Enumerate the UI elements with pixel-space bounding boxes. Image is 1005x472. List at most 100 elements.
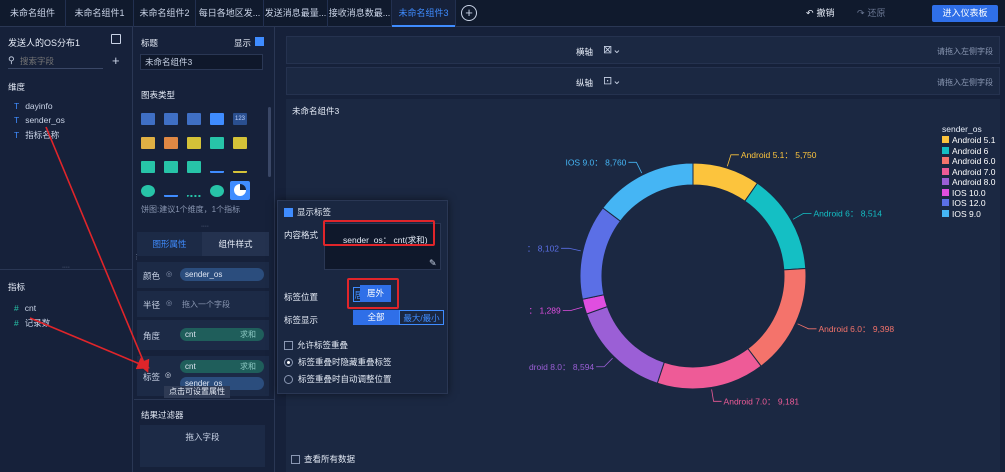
legend-label: Android 6.0	[952, 156, 996, 166]
tab-daily-region[interactable]: 每日各地区发...	[196, 0, 264, 27]
chart-type-bar-sort-icon[interactable]	[233, 137, 247, 149]
tab-graphic-attributes[interactable]: 图形属性	[137, 232, 202, 256]
overlap-hide-option[interactable]: 标签重叠时隐藏重叠标签	[284, 356, 392, 368]
chart-type-bubble-icon[interactable]	[210, 185, 224, 197]
radius-label: 半径	[143, 300, 161, 310]
tab-component-3[interactable]: 未命名组件3	[392, 0, 456, 27]
tab-component-0[interactable]: 未命名组件	[0, 0, 66, 27]
overlap-adjust-option[interactable]: 标签重叠时自动调整位置	[284, 373, 392, 385]
pie-slice-android-5-1[interactable]	[692, 162, 759, 202]
display-minmax-button[interactable]: 最大/最小	[399, 310, 444, 325]
pie-slice-ios-12-0[interactable]	[579, 207, 622, 300]
display-all-button[interactable]: 全部	[353, 310, 399, 325]
add-field-icon[interactable]: +	[112, 53, 120, 68]
pie-slice-android-7-0[interactable]	[656, 347, 762, 390]
resize-handle[interactable]: ∙∙∙∙	[58, 264, 74, 271]
legend-item[interactable]: IOS 12.0	[942, 198, 986, 209]
show-label-checkbox[interactable]	[284, 208, 293, 218]
enter-dashboard-button[interactable]: 进入仪表板	[932, 5, 998, 22]
tab-send-message[interactable]: 发送消息最量...	[264, 0, 328, 27]
redo-button[interactable]: ↷ 还原	[857, 0, 886, 27]
copy-dataset-icon[interactable]	[111, 34, 121, 44]
pie-slice-ios-9-0[interactable]	[602, 162, 694, 222]
config-scrollbar[interactable]	[268, 107, 271, 177]
pie-data-label: Android 7.0： 9,181	[724, 396, 800, 406]
x-axis-label: 横轴	[576, 47, 594, 57]
x-axis-type-icon[interactable]: ⊠⌄	[603, 43, 621, 56]
chart-type-scatter-icon[interactable]	[187, 185, 201, 197]
show-label-option[interactable]: 显示标签	[284, 206, 331, 218]
overlap-adjust-radio[interactable]	[284, 375, 293, 385]
pie-slice-android-6-0[interactable]	[747, 267, 807, 367]
y-axis-type-icon[interactable]: ⊡⌄	[603, 74, 621, 87]
chart-type-scatter-column-icon[interactable]	[187, 161, 201, 173]
tab-component-2[interactable]: 未命名组件2	[134, 0, 196, 27]
dimension-field-sender-os[interactable]: Tsender_os	[14, 115, 65, 125]
x-axis-shelf[interactable]: 横轴 ⊠⌄ 请拖入左侧字段	[286, 36, 1000, 64]
drag-handle-icon[interactable]: ⋮	[133, 254, 140, 261]
add-tab-button[interactable]: +	[461, 5, 477, 21]
legend-item[interactable]: Android 7.0	[942, 167, 995, 178]
allow-overlap-checkbox[interactable]	[284, 341, 293, 351]
legend-item[interactable]: Android 8.0	[942, 177, 995, 188]
measure-field-record-count[interactable]: # 记录数	[14, 317, 50, 329]
chart-type-table-icon[interactable]	[141, 113, 155, 125]
tab-component-style[interactable]: 组件样式	[202, 232, 269, 256]
chart-type-column-icon[interactable]	[141, 161, 155, 173]
chart-type-pie-icon[interactable]	[230, 181, 250, 200]
chart-type-line-icon[interactable]	[233, 161, 247, 173]
chart-type-treemap-icon[interactable]	[187, 137, 201, 149]
tab-receive-message[interactable]: 接收消息数最...	[328, 0, 392, 27]
radius-setting-icon[interactable]: ◎	[166, 299, 172, 307]
tab-component-1[interactable]: 未命名组件1	[66, 0, 134, 27]
legend-swatch	[942, 167, 949, 175]
legend-swatch	[942, 199, 949, 207]
field-search[interactable]: ⚲	[8, 54, 103, 69]
radius-row[interactable]: 半径 ◎ 拖入一个字段	[137, 291, 269, 317]
chart-type-kpi-icon[interactable]: 123	[233, 113, 247, 125]
legend-label: IOS 9.0	[952, 208, 981, 219]
overlap-hide-radio[interactable]	[284, 358, 293, 368]
color-row[interactable]: 颜色 ◎ sender_os	[137, 262, 269, 288]
field-label: 记录数	[24, 318, 51, 328]
undo-button[interactable]: ↶ 撤销	[806, 0, 835, 27]
measure-field-cnt[interactable]: # cnt	[14, 303, 36, 313]
chart-type-trend-icon[interactable]	[164, 185, 178, 197]
edit-icon[interactable]: ✎	[429, 258, 437, 269]
show-title-checkbox[interactable]	[255, 37, 264, 46]
label-leader-line	[628, 161, 643, 174]
color-field-pill[interactable]: sender_os	[180, 268, 264, 281]
color-setting-icon[interactable]: ◎	[166, 270, 172, 278]
chart-type-stacked-column-icon[interactable]	[164, 161, 178, 173]
legend-item[interactable]: Android 5.1	[942, 135, 995, 146]
legend-item[interactable]: IOS 9.0	[942, 209, 981, 220]
allow-overlap-option[interactable]: 允许标签重叠	[284, 339, 348, 351]
label-field-pill-cnt[interactable]: cnt 求和	[180, 360, 264, 373]
chart-type-detail-icon[interactable]	[187, 113, 201, 125]
resize-handle[interactable]: ∙∙∙∙	[197, 223, 213, 230]
chart-type-area-icon[interactable]	[210, 161, 224, 173]
y-axis-shelf[interactable]: 纵轴 ⊡⌄ 请拖入左侧字段	[286, 67, 1000, 95]
chart-type-gantt-icon[interactable]	[141, 137, 155, 149]
angle-field-pill[interactable]: cnt 求和	[180, 328, 264, 341]
legend-item[interactable]: Android 6	[942, 146, 988, 157]
dimension-field-dayinfo[interactable]: Tdayinfo	[14, 101, 53, 111]
angle-row[interactable]: 角度 cnt 求和	[137, 320, 269, 350]
dimension-field-metric-name[interactable]: T 指标名称	[14, 129, 59, 141]
label-setting-icon[interactable]: ◎	[165, 371, 171, 379]
chart-type-cross-icon[interactable]	[210, 137, 224, 149]
view-all-data-checkbox[interactable]	[291, 455, 300, 465]
view-all-data-option[interactable]: 查看所有数据	[291, 453, 355, 465]
pie-slice-android-6[interactable]	[744, 182, 807, 271]
legend-item[interactable]: Android 6.0	[942, 156, 995, 167]
chart-type-crosstab-icon[interactable]	[164, 113, 178, 125]
angle-label: 角度	[143, 331, 161, 341]
search-input[interactable]	[20, 55, 100, 67]
filter-drop-zone[interactable]: 拖入字段	[140, 425, 265, 467]
legend-item[interactable]: IOS 10.0	[942, 188, 986, 199]
title-input[interactable]: 未命名组件3	[140, 54, 263, 70]
pie-slice-android-8-0[interactable]	[585, 305, 665, 384]
chart-type-radar-icon[interactable]	[141, 185, 155, 197]
chart-type-gauge-icon[interactable]	[164, 137, 178, 149]
chart-type-heatmap-table-icon[interactable]	[210, 113, 224, 125]
